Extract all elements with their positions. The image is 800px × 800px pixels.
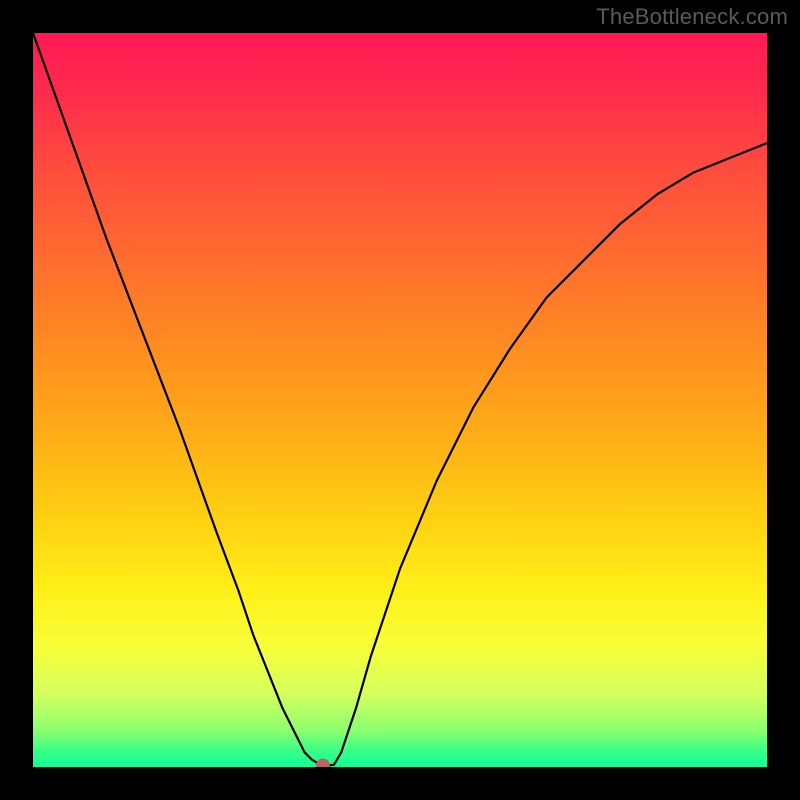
- chart-frame: TheBottleneck.com: [0, 0, 800, 800]
- plot-gradient-background: [33, 33, 767, 767]
- watermark-text: TheBottleneck.com: [596, 4, 788, 30]
